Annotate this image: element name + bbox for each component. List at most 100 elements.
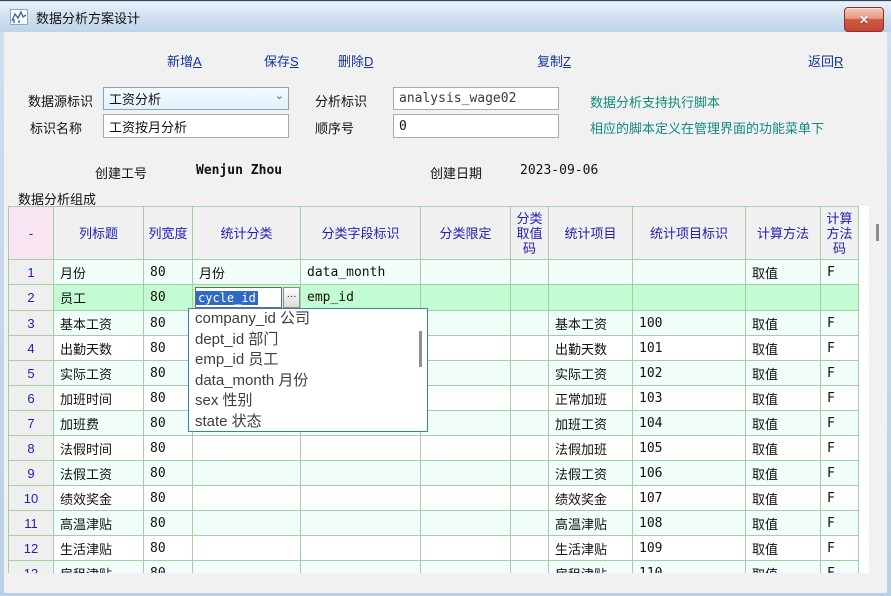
seq-input[interactable]: 0 xyxy=(393,114,559,138)
table-cell[interactable] xyxy=(421,411,511,436)
table-cell[interactable] xyxy=(193,486,301,511)
table-cell[interactable]: 加班时间 xyxy=(54,386,144,411)
table-cell[interactable]: 108 xyxy=(633,511,746,536)
table-cell[interactable]: 出勤天数 xyxy=(549,336,633,361)
table-cell[interactable]: 实际工资 xyxy=(54,361,144,386)
table-cell[interactable]: 104 xyxy=(633,411,746,436)
table-cell[interactable] xyxy=(301,536,421,561)
table-cell[interactable] xyxy=(301,436,421,461)
table-cell[interactable] xyxy=(549,260,633,285)
table-scrollbar-thumb[interactable] xyxy=(876,224,879,241)
table-cell[interactable]: F xyxy=(821,260,859,285)
field-dropdown-item[interactable]: sex 性别 xyxy=(189,391,427,412)
table-cell[interactable]: 107 xyxy=(633,486,746,511)
table-cell[interactable]: F xyxy=(821,311,859,336)
table-cell[interactable] xyxy=(821,285,859,311)
table-cell[interactable]: 取值 xyxy=(746,561,821,574)
table-cell[interactable] xyxy=(421,461,511,486)
table-cell[interactable]: 101 xyxy=(633,336,746,361)
table-cell[interactable]: 80 xyxy=(144,260,193,285)
table-cell[interactable] xyxy=(421,536,511,561)
table-cell[interactable]: 80 xyxy=(144,561,193,574)
table-cell[interactable] xyxy=(511,386,549,411)
table-cell[interactable]: F xyxy=(821,561,859,574)
return-button[interactable]: 返回R xyxy=(808,51,843,69)
table-cell[interactable]: emp_id xyxy=(301,285,421,311)
table-cell[interactable]: 80 xyxy=(144,486,193,511)
table-cell[interactable]: 105 xyxy=(633,436,746,461)
table-cell[interactable]: 取值 xyxy=(746,461,821,486)
table-cell[interactable]: 正常加班 xyxy=(549,386,633,411)
row-number-cell[interactable]: 1 xyxy=(9,260,54,285)
row-number-cell[interactable]: 13 xyxy=(9,561,54,574)
table-cell[interactable]: 106 xyxy=(633,461,746,486)
table-cell[interactable]: F xyxy=(821,536,859,561)
datasource-select[interactable]: 工资分析 ⌄ xyxy=(103,87,289,110)
table-cell[interactable] xyxy=(511,285,549,311)
table-cell[interactable]: data_month xyxy=(301,260,421,285)
table-cell[interactable]: F xyxy=(821,386,859,411)
table-cell[interactable] xyxy=(511,461,549,486)
name-input[interactable]: 工资按月分析 xyxy=(103,114,289,138)
field-dropdown-item[interactable]: company_id 公司 xyxy=(189,309,427,330)
table-cell[interactable]: 102 xyxy=(633,361,746,386)
table-cell[interactable] xyxy=(421,511,511,536)
table-cell[interactable]: F xyxy=(821,361,859,386)
copy-button[interactable]: 复制Z xyxy=(537,51,571,69)
table-cell[interactable]: 80 xyxy=(144,336,193,361)
title-bar[interactable]: 数据分析方案设计 ✕ xyxy=(0,2,891,32)
table-cell[interactable]: 取值 xyxy=(746,361,821,386)
field-dropdown-item[interactable]: emp_id 员工 xyxy=(189,350,427,371)
close-button[interactable]: ✕ xyxy=(844,7,884,32)
field-dropdown-item[interactable]: dept_id 部门 xyxy=(189,330,427,351)
table-cell[interactable] xyxy=(421,486,511,511)
table-cell[interactable]: 绩效奖金 xyxy=(549,486,633,511)
field-dropdown-item[interactable]: data_month 月份 xyxy=(189,371,427,392)
table-cell[interactable]: F xyxy=(821,436,859,461)
table-cell[interactable]: 80 xyxy=(144,285,193,311)
table-cell[interactable] xyxy=(193,461,301,486)
table-cell[interactable] xyxy=(421,361,511,386)
table-cell[interactable]: 取值 xyxy=(746,260,821,285)
table-cell[interactable]: 房租津贴 xyxy=(549,561,633,574)
table-cell[interactable]: 法假加班 xyxy=(549,436,633,461)
table-cell[interactable] xyxy=(421,285,511,311)
table-cell[interactable]: 109 xyxy=(633,536,746,561)
table-cell[interactable]: 生活津贴 xyxy=(549,536,633,561)
table-cell[interactable] xyxy=(746,285,821,311)
table-cell[interactable]: 110 xyxy=(633,561,746,574)
table-cell[interactable]: F xyxy=(821,336,859,361)
table-cell[interactable]: 取值 xyxy=(746,311,821,336)
table-cell[interactable] xyxy=(301,486,421,511)
table-cell[interactable] xyxy=(511,411,549,436)
analysis-id-input[interactable]: analysis_wage02 xyxy=(393,87,559,110)
field-dropdown-item[interactable]: state 状态 xyxy=(189,412,427,433)
table-cell[interactable] xyxy=(511,561,549,574)
table-cell[interactable]: 基本工资 xyxy=(549,311,633,336)
row-number-cell[interactable]: 6 xyxy=(9,386,54,411)
category-edit-input[interactable]: cycle_id xyxy=(195,287,282,308)
table-cell[interactable] xyxy=(193,536,301,561)
row-number-cell[interactable]: 3 xyxy=(9,311,54,336)
table-cell[interactable] xyxy=(633,260,746,285)
save-button[interactable]: 保存S xyxy=(264,51,299,69)
dropdown-scrollbar[interactable] xyxy=(419,331,422,367)
table-cell[interactable]: 80 xyxy=(144,536,193,561)
table-cell[interactable]: 法假工资 xyxy=(549,461,633,486)
table-cell[interactable] xyxy=(421,260,511,285)
row-number-cell[interactable]: 12 xyxy=(9,536,54,561)
table-cell[interactable]: 取值 xyxy=(746,336,821,361)
table-cell[interactable] xyxy=(301,511,421,536)
table-cell[interactable]: 80 xyxy=(144,436,193,461)
table-cell[interactable] xyxy=(301,461,421,486)
table-cell[interactable] xyxy=(421,336,511,361)
row-number-cell[interactable]: 2 xyxy=(9,285,54,311)
table-cell[interactable]: 取值 xyxy=(746,386,821,411)
table-cell[interactable]: F xyxy=(821,511,859,536)
add-button[interactable]: 新增A xyxy=(167,51,202,69)
table-cell[interactable]: 高温津贴 xyxy=(54,511,144,536)
table-cell[interactable] xyxy=(511,536,549,561)
table-cell[interactable] xyxy=(421,311,511,336)
table-cell[interactable] xyxy=(549,285,633,311)
table-cell[interactable]: 80 xyxy=(144,311,193,336)
